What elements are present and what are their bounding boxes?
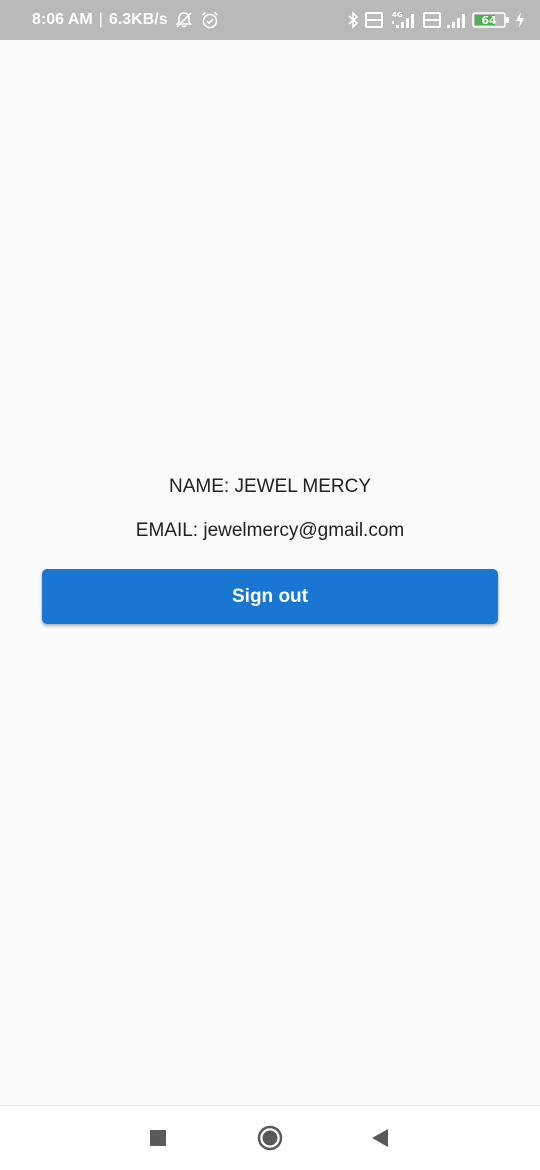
back-icon [371, 1128, 389, 1148]
charging-icon [514, 10, 526, 30]
clock: 8:06 AM [32, 11, 93, 28]
status-bar: 8:06 AM | 6.3KB/s 4G 64 [0, 0, 540, 40]
network-speed: 6.3KB/s [108, 11, 168, 28]
status-separator: | [98, 11, 103, 28]
sign-out-button[interactable]: Sign out [42, 569, 498, 624]
user-email-text: EMAIL: jewelmercy@gmail.com [135, 520, 405, 541]
signal-icon: 4G [388, 10, 418, 30]
home-icon [257, 1125, 283, 1151]
battery-level: 64 [481, 14, 497, 27]
home-button[interactable] [240, 1106, 300, 1170]
navigation-bar [0, 1105, 540, 1170]
recent-apps-button[interactable] [128, 1106, 188, 1170]
user-name-text: NAME: JEWEL MERCY [169, 476, 371, 497]
network-type-label: 4G [392, 11, 403, 19]
alarm-icon [200, 10, 220, 30]
recent-apps-icon [149, 1129, 167, 1147]
main-content: NAME: JEWEL MERCY EMAIL: jewelmercy@gmai… [0, 40, 540, 1105]
bluetooth-icon [346, 10, 360, 30]
volte-icon [422, 11, 442, 29]
signal-icon [446, 10, 468, 30]
battery-icon: 64 [472, 10, 510, 30]
status-left: 8:06 AM | 6.3KB/s [32, 10, 220, 30]
back-button[interactable] [350, 1106, 410, 1170]
status-right: 4G 64 [346, 10, 526, 30]
volte-icon [364, 11, 384, 29]
notifications-off-icon [174, 10, 194, 30]
